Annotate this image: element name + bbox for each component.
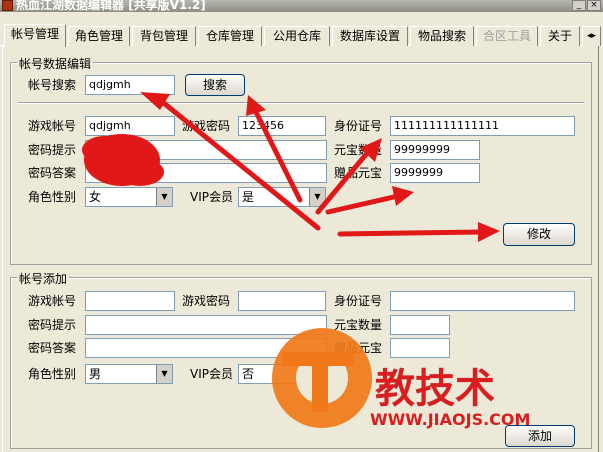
chevron-down-icon[interactable]: ▼ xyxy=(156,188,172,206)
search-label: 帐号搜索 xyxy=(28,78,77,92)
tab-warehouse-management[interactable]: 仓库管理 xyxy=(198,26,262,46)
add-vip-label: VIP会员 xyxy=(190,367,233,381)
tab-account-management[interactable]: 帐号管理 xyxy=(4,24,66,47)
add-pwd-hint-label: 密码提示 xyxy=(28,318,77,332)
minimize-button[interactable]: _ xyxy=(572,0,586,11)
tab-item-search[interactable]: 物品搜索 xyxy=(410,26,474,46)
pwd-hint-field[interactable] xyxy=(85,140,327,160)
add-gift-yuanbao-label: 赠品元宝 xyxy=(334,341,383,355)
search-button[interactable]: 搜索 xyxy=(185,74,245,96)
add-gender-label: 角色性别 xyxy=(28,367,77,381)
window-title: 热血江湖数据编辑器 [共享版V1.2] xyxy=(16,0,206,12)
add-pwd-hint-field[interactable] xyxy=(85,315,327,335)
pwd-hint-label: 密码提示 xyxy=(28,143,77,157)
tab-about[interactable]: 关于 xyxy=(540,26,580,46)
gift-yuanbao-label: 赠品元宝 xyxy=(334,166,383,180)
gender-select[interactable]: 女 ▼ xyxy=(85,187,173,207)
modify-button[interactable]: 修改 xyxy=(503,223,575,246)
account-add-group-title: 帐号添加 xyxy=(17,270,70,287)
add-id-card-label: 身份证号 xyxy=(334,294,383,308)
account-edit-group-title: 帐号数据编辑 xyxy=(17,55,94,72)
chevron-down-icon[interactable]: ▼ xyxy=(309,188,325,206)
tab-merge-tool[interactable]: 合区工具 xyxy=(476,26,538,46)
title-bar: 热血江湖数据编辑器 [共享版V1.2] _ × xyxy=(0,0,603,12)
yuanbao-field[interactable]: 99999999 xyxy=(390,140,480,160)
add-game-password-field[interactable] xyxy=(238,291,326,311)
gender-select-value: 女 xyxy=(89,190,102,204)
add-pwd-answer-label: 密码答案 xyxy=(28,341,77,355)
watermark-url: WWW.JIAOJS.COM xyxy=(370,410,531,429)
close-button[interactable]: × xyxy=(587,0,601,11)
gender-label: 角色性别 xyxy=(28,190,77,204)
watermark-brand: 教技术 xyxy=(375,366,495,412)
chevron-down-icon[interactable]: ▼ xyxy=(156,365,172,383)
add-gift-yuanbao-field[interactable] xyxy=(390,338,450,358)
add-yuanbao-field[interactable] xyxy=(390,315,450,335)
game-account-label: 游戏帐号 xyxy=(28,119,77,133)
add-id-card-field[interactable] xyxy=(390,291,575,311)
tab-public-warehouse[interactable]: 公用仓库 xyxy=(264,26,330,46)
divider xyxy=(18,102,584,104)
chevron-down-icon[interactable]: ▼ xyxy=(309,365,325,383)
vip-select-value: 是 xyxy=(242,190,255,204)
pwd-answer-field[interactable] xyxy=(85,163,327,183)
app-icon xyxy=(2,0,13,11)
tab-scroll-arrows[interactable]: ◂▸ xyxy=(582,26,601,46)
gift-yuanbao-field[interactable]: 9999999 xyxy=(390,163,480,183)
tab-strip: 帐号管理 角色管理 背包管理 仓库管理 公用仓库 数据库设置 物品搜索 合区工具… xyxy=(0,24,603,47)
vip-label: VIP会员 xyxy=(190,190,233,204)
game-password-field[interactable]: 123456 xyxy=(238,116,326,136)
add-vip-select-value: 否 xyxy=(242,367,255,381)
add-pwd-answer-field[interactable] xyxy=(85,338,327,358)
id-card-field[interactable]: 111111111111111 xyxy=(390,116,575,136)
tab-database-settings[interactable]: 数据库设置 xyxy=(332,26,408,46)
search-input[interactable]: qdjgmh xyxy=(85,75,175,95)
add-game-account-field[interactable] xyxy=(85,291,175,311)
tab-bag-management[interactable]: 背包管理 xyxy=(132,26,196,46)
add-gender-select[interactable]: 男 ▼ xyxy=(85,364,173,384)
id-card-label: 身份证号 xyxy=(334,119,383,133)
add-yuanbao-label: 元宝数量 xyxy=(334,318,383,332)
add-gender-select-value: 男 xyxy=(89,367,102,381)
pwd-answer-label: 密码答案 xyxy=(28,166,77,180)
add-game-account-label: 游戏帐号 xyxy=(28,294,77,308)
vip-select[interactable]: 是 ▼ xyxy=(238,187,326,207)
game-password-label: 游戏密码 xyxy=(182,119,231,133)
yuanbao-label: 元宝数量 xyxy=(334,143,383,157)
add-game-password-label: 游戏密码 xyxy=(182,294,231,308)
game-account-field[interactable]: qdjgmh xyxy=(85,116,175,136)
add-vip-select[interactable]: 否 ▼ xyxy=(238,364,326,384)
tab-role-management[interactable]: 角色管理 xyxy=(68,26,130,46)
